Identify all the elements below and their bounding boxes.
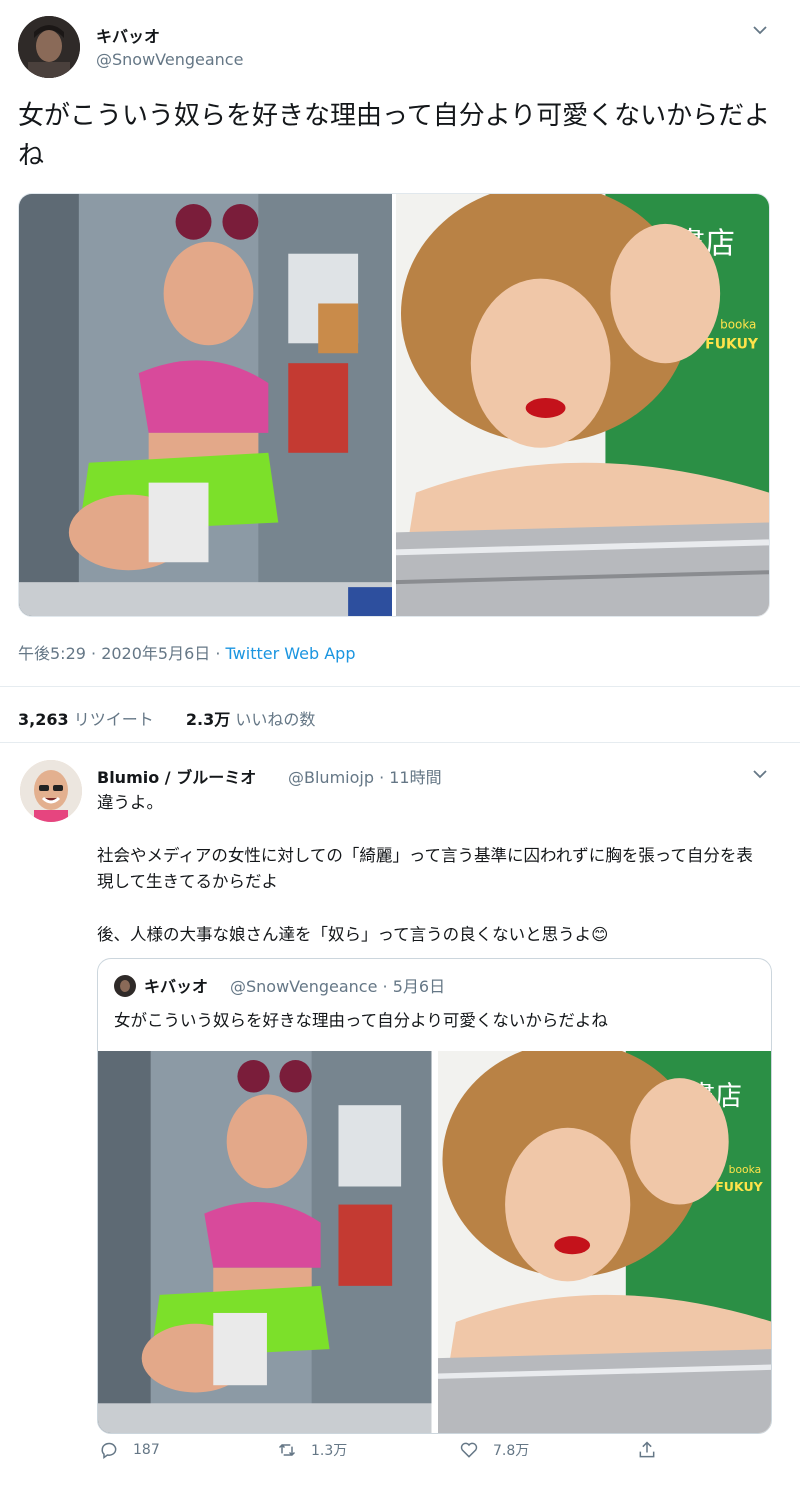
reply-author-name[interactable]: Blumio / ブルーミオ [97,764,256,788]
retweet-stat[interactable]: 3,263 リツイート [18,710,154,729]
chevron-down-icon[interactable] [752,766,768,782]
quoted-tweet[interactable]: キバッオ @SnowVengeance · 5月6日 女がこういう奴らを好きな理… [97,958,772,1434]
retweet-count: 1.3万 [311,1443,348,1459]
retweet-action[interactable]: 1.3万 [277,1440,347,1460]
reply-icon [101,1442,117,1459]
tweet-source-link[interactable]: Twitter Web App [226,644,356,663]
share-action[interactable] [637,1440,657,1460]
reply-author-handle[interactable]: @Blumiojp · 11時間 [288,764,442,788]
share-icon [639,1441,655,1458]
like-count: 2.3万 [185,710,231,729]
tweet-media[interactable]: 家書店 booka FUKUY [18,193,770,617]
author-name[interactable]: キバッオ [96,23,160,47]
store-sub2-text: FUKUY [705,336,759,352]
reply-actions: 187 1.3万 7.8万 [97,1440,677,1474]
photo-right[interactable]: 家書店 booka FUKUY [396,194,769,616]
quote-media[interactable]: 家書店 booka FUKUY [98,1051,771,1433]
like-count: 7.8万 [493,1443,530,1459]
quote-author-handle: @SnowVengeance · 5月6日 [230,977,446,996]
like-stat[interactable]: 2.3万 いいねの数 [186,710,315,729]
quote-author-name: キバッオ [144,977,209,996]
quote-text: 女がこういう奴らを好きな理由って自分より可愛くないからだよね [114,1011,608,1030]
chevron-down-icon[interactable] [752,22,768,38]
reply-line-3: 後、人様の大事な娘さん達を「奴ら」って言うの良くないと思うよ😊 [97,925,609,944]
photo-left[interactable] [19,194,392,616]
heart-icon [460,1442,478,1458]
author-avatar[interactable] [18,16,80,78]
retweet-label: リツイート [68,710,154,729]
tweet-timestamp[interactable]: 午後5:29 · 2020年5月6日 · [18,644,226,663]
quote-photo-left[interactable] [98,1051,432,1433]
quote-avatar [114,975,136,997]
reply-avatar[interactable] [20,760,82,822]
retweet-count: 3,263 [18,710,69,729]
tweet-text: 女がこういう奴らを好きな理由って自分より可愛くないからだよね [18,101,771,171]
like-action[interactable]: 7.8万 [459,1440,529,1460]
tweet-meta: 午後5:29 · 2020年5月6日 · Twitter Web App [18,640,355,664]
reply-count: 187 [133,1442,160,1458]
reply-action[interactable]: 187 [99,1440,160,1460]
retweet-icon [278,1443,296,1457]
author-handle[interactable]: @SnowVengeance [96,50,243,69]
reply-line-2: 社会やメディアの女性に対しての「綺麗」って言う基準に囚われずに胸を張って自分を表… [97,846,753,891]
store-sub1-text: booka [720,317,756,331]
like-label: いいねの数 [230,710,316,729]
tweet-stats: 3,263 リツイート 2.3万 いいねの数 [18,706,315,730]
quote-store-sub2-text: FUKUY [715,1179,763,1194]
reply-line-1: 違うよ。 [97,793,163,812]
divider [0,742,800,743]
divider [0,686,800,687]
quote-photo-right[interactable]: 家書店 booka FUKUY [437,1051,771,1433]
quote-store-sub1-text: booka [728,1163,760,1176]
